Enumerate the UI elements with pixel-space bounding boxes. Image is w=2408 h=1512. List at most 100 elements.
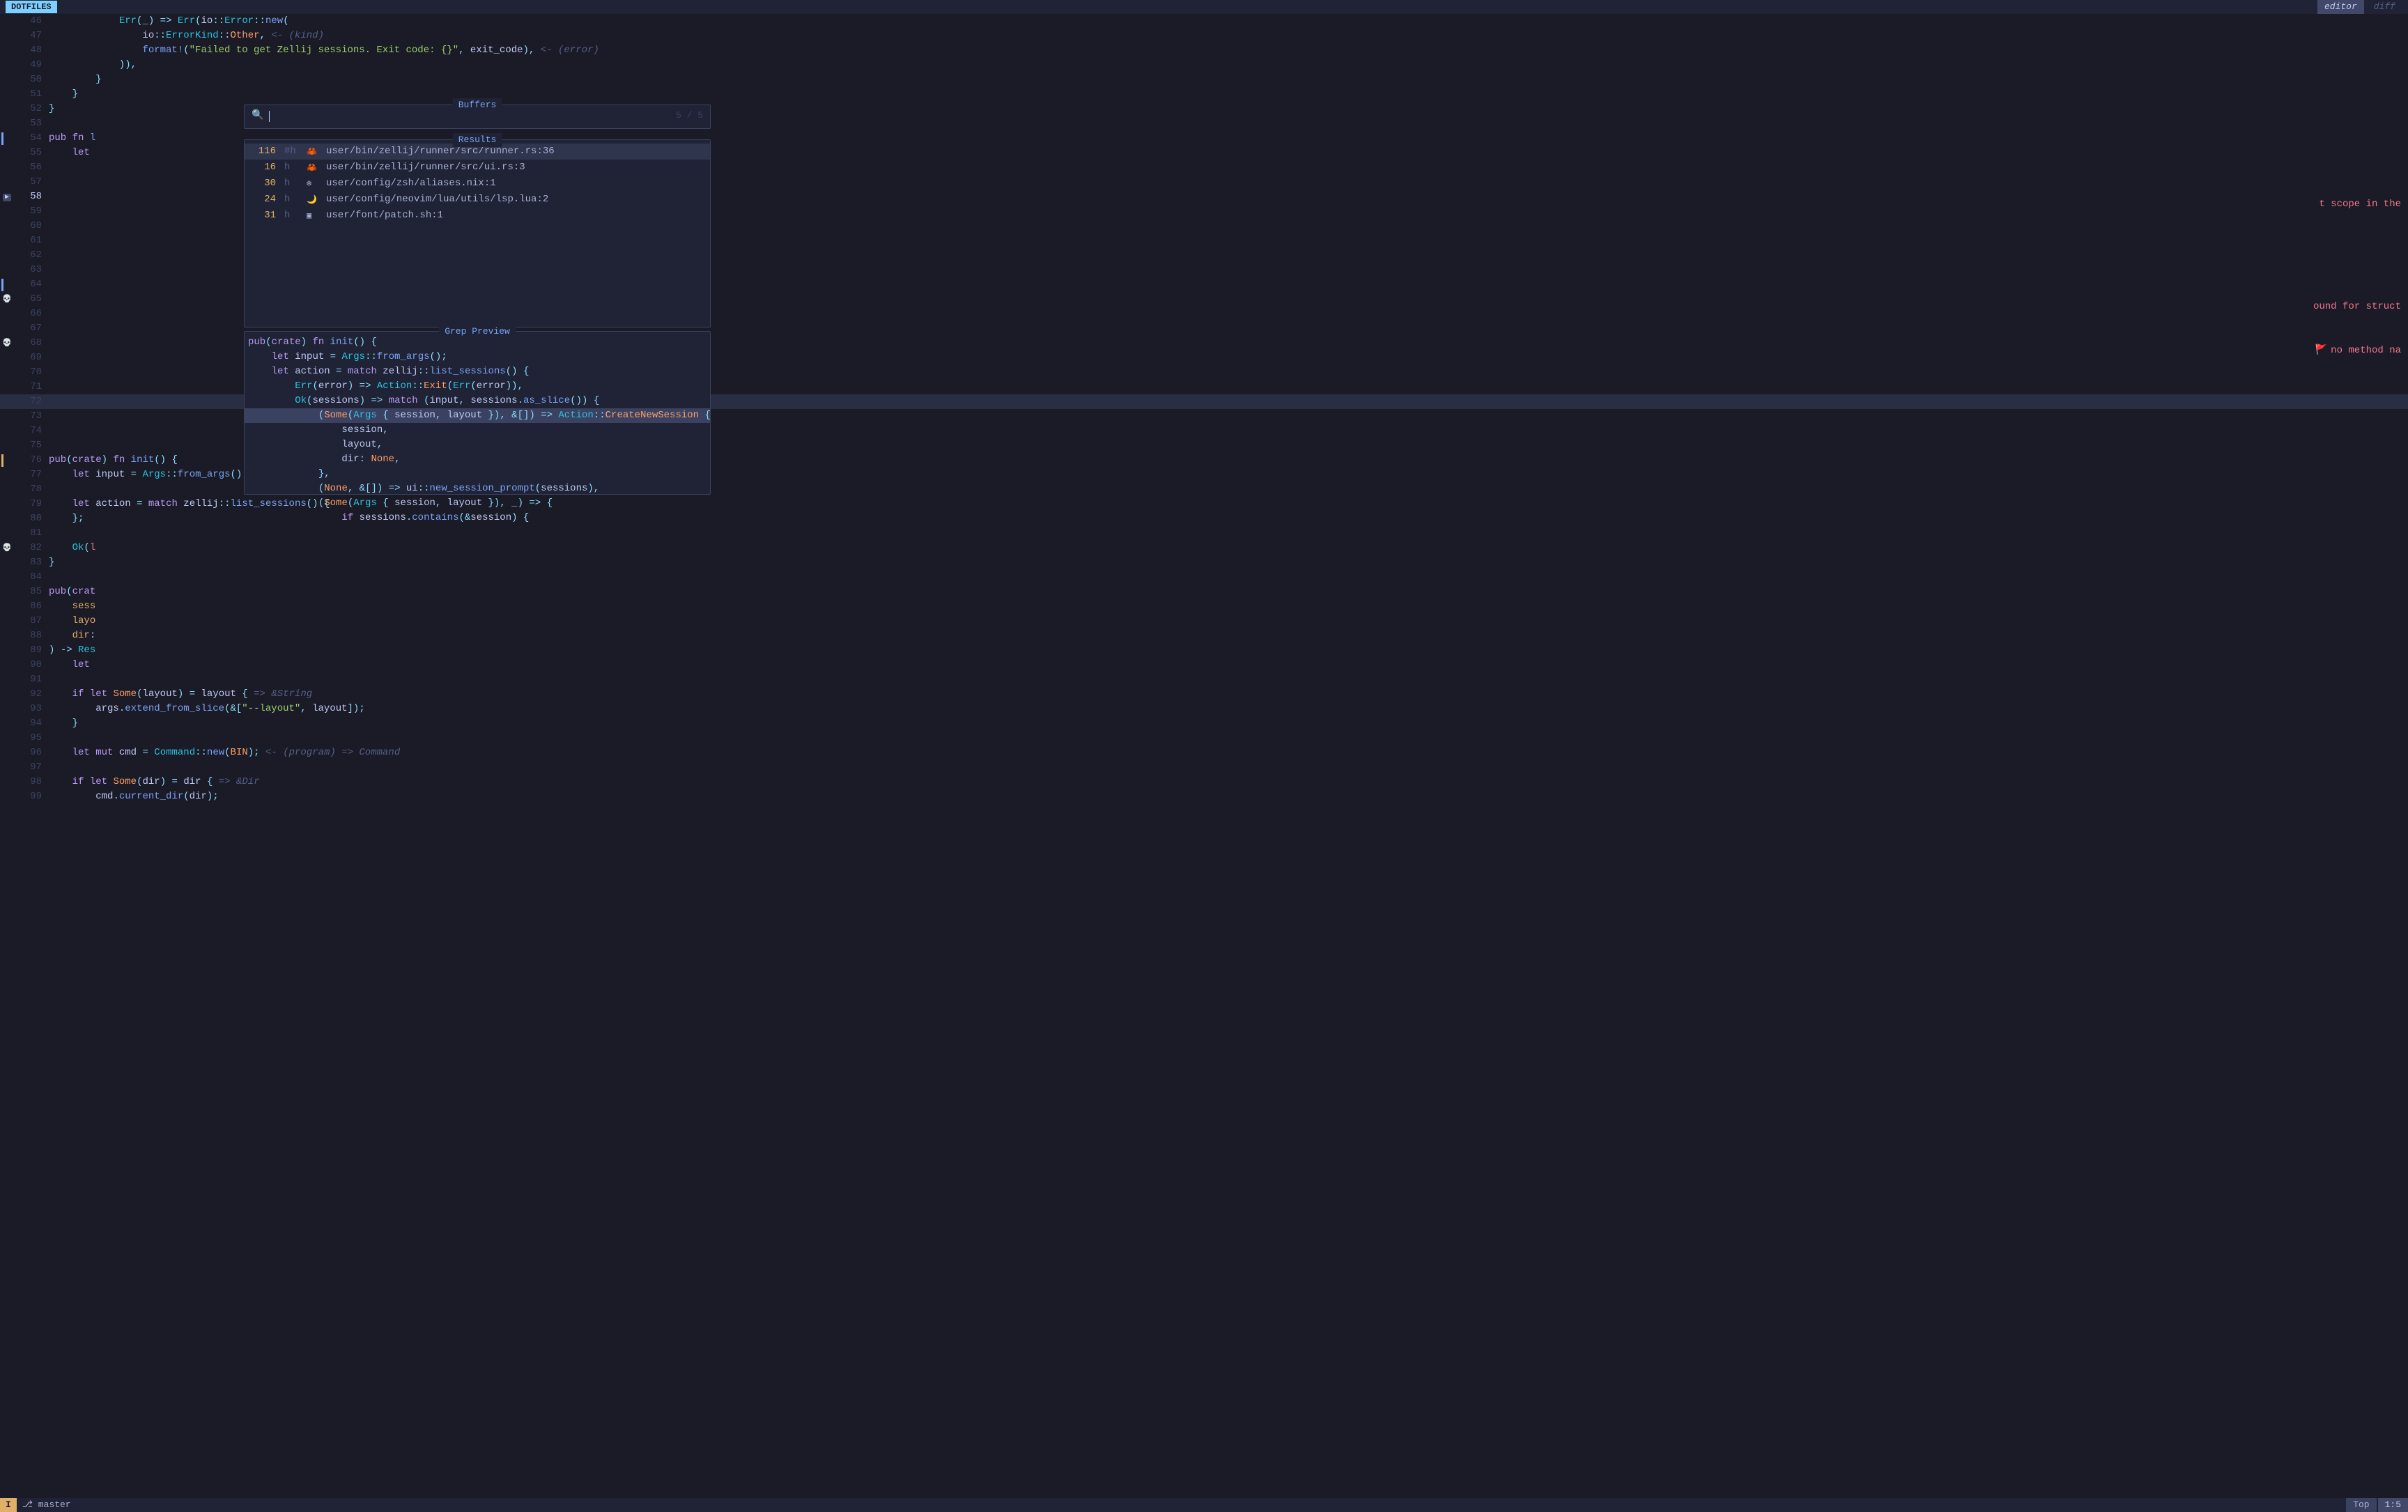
tab-editor[interactable]: editor [2317, 0, 2364, 14]
buffers-picker[interactable]: Buffers 🔍 5 / 5 [244, 105, 711, 129]
sign-column: 💀 [0, 292, 14, 307]
result-indicator: #h [284, 144, 298, 159]
code-line[interactable]: 84 [0, 570, 2408, 585]
mode-indicator: I [0, 1498, 17, 1512]
code-line[interactable]: 50 } [0, 72, 2408, 87]
error-icon: 💀 [2, 339, 12, 348]
line-number: 95 [14, 731, 49, 746]
result-indicator: h [284, 176, 298, 191]
code-line[interactable]: 98 if let Some(dir) = dir { => &Dir [0, 775, 2408, 789]
code-line[interactable]: 46 Err(_) => Err(io::Error::new( [0, 14, 2408, 29]
code-content[interactable]: Ok(l [49, 541, 2408, 555]
line-number: 77 [14, 468, 49, 482]
line-number: 86 [14, 599, 49, 614]
preview-line: session, [245, 423, 710, 438]
code-line[interactable]: 87 layo [0, 614, 2408, 628]
code-content[interactable]: ) -> Res [49, 643, 2408, 658]
result-indicator: h [284, 160, 298, 175]
line-number: 99 [14, 789, 49, 804]
result-item[interactable]: 30h❄user/config/zsh/aliases.nix:1 [245, 176, 710, 192]
filetype-icon: 🌙 [307, 194, 318, 206]
line-number: 51 [14, 87, 49, 102]
line-number: 67 [14, 321, 49, 336]
code-line[interactable]: 93 args.extend_from_slice(&["--layout", … [0, 702, 2408, 716]
code-content[interactable]: )), [49, 58, 2408, 72]
line-number: 84 [14, 570, 49, 585]
code-line[interactable]: 83} [0, 555, 2408, 570]
code-content[interactable]: format!("Failed to get Zellij sessions. … [49, 43, 2408, 58]
line-number: 53 [14, 116, 49, 131]
code-line[interactable]: 47 io::ErrorKind::Other, <- (kind) [0, 29, 2408, 43]
code-line[interactable]: 99 cmd.current_dir(dir); [0, 789, 2408, 804]
code-content[interactable]: } [49, 716, 2408, 731]
code-content[interactable]: } [49, 87, 2408, 102]
code-content[interactable]: } [49, 555, 2408, 570]
code-content[interactable]: cmd.current_dir(dir); [49, 789, 2408, 804]
code-line[interactable]: 95 [0, 731, 2408, 746]
line-number: 97 [14, 760, 49, 775]
tab-diff[interactable]: diff [2367, 0, 2402, 14]
line-number: 47 [14, 29, 49, 43]
code-line[interactable]: 92 if let Some(layout) = layout { => &St… [0, 687, 2408, 702]
code-line[interactable]: 90 let [0, 658, 2408, 672]
line-number: 76 [14, 453, 49, 468]
grep-title: Grep Preview [439, 325, 516, 339]
scroll-position: Top [2346, 1498, 2376, 1512]
editor-main: 46 Err(_) => Err(io::Error::new(47 io::E… [0, 14, 2408, 1498]
code-line[interactable]: 91 [0, 672, 2408, 687]
filetype-icon: ▣ [307, 210, 318, 222]
result-path: user/config/neovim/lua/utils/lsp.lua:2 [326, 192, 548, 207]
result-item[interactable]: 16h🦀user/bin/zellij/runner/src/ui.rs:3 [245, 160, 710, 176]
line-number: 66 [14, 307, 49, 321]
diagnostic-text: t scope in the [2319, 197, 2401, 212]
code-line[interactable]: 85pub(crat [0, 585, 2408, 599]
line-number: 91 [14, 672, 49, 687]
code-line[interactable]: 48 format!("Failed to get Zellij session… [0, 43, 2408, 58]
search-icon: 🔍 [252, 109, 263, 123]
code-content[interactable]: sess [49, 599, 2408, 614]
line-number: 65 [14, 292, 49, 307]
line-number: 54 [14, 131, 49, 146]
code-line[interactable]: 96 let mut cmd = Command::new(BIN); <- (… [0, 746, 2408, 760]
code-content[interactable]: let mut cmd = Command::new(BIN); <- (pro… [49, 746, 2408, 760]
code-content[interactable]: let [49, 658, 2408, 672]
result-item[interactable]: 24h🌙user/config/neovim/lua/utils/lsp.lua… [245, 192, 710, 208]
code-line[interactable]: 49 )), [0, 58, 2408, 72]
code-line[interactable]: 97 [0, 760, 2408, 775]
code-content[interactable]: pub(crat [49, 585, 2408, 599]
git-branch: master [38, 1498, 71, 1512]
code-content[interactable]: io::ErrorKind::Other, <- (kind) [49, 29, 2408, 43]
code-line[interactable]: 89) -> Res [0, 643, 2408, 658]
sign-column: ▶ [0, 190, 14, 204]
code-line[interactable]: 94 } [0, 716, 2408, 731]
result-item[interactable]: 31h▣user/font/patch.sh:1 [245, 208, 710, 224]
code-line[interactable]: 88 dir: [0, 628, 2408, 643]
code-content[interactable]: layo [49, 614, 2408, 628]
code-content[interactable]: } [49, 72, 2408, 87]
preview-line: Ok(sessions) => match (input, sessions.a… [245, 394, 710, 408]
code-content[interactable]: args.extend_from_slice(&["--layout", lay… [49, 702, 2408, 716]
cursor-position: 1:5 [2378, 1498, 2408, 1512]
code-content[interactable]: if let Some(layout) = layout { => &Strin… [49, 687, 2408, 702]
line-number: 60 [14, 219, 49, 233]
code-line[interactable]: 81 [0, 526, 2408, 541]
line-number: 63 [14, 263, 49, 277]
line-number: 61 [14, 233, 49, 248]
preview-line: Err(error) => Action::Exit(Err(error)), [245, 379, 710, 394]
result-path: user/config/zsh/aliases.nix:1 [326, 176, 496, 191]
line-number: 73 [14, 409, 49, 424]
line-number: 70 [14, 365, 49, 380]
filetype-icon: ❄ [307, 178, 318, 190]
code-content[interactable]: Err(_) => Err(io::Error::new( [49, 14, 2408, 29]
result-indicator: h [284, 192, 298, 207]
line-number: 69 [14, 350, 49, 365]
code-line[interactable]: 💀82 Ok(l [0, 541, 2408, 555]
git-sign [1, 132, 3, 145]
code-line[interactable]: 86 sess [0, 599, 2408, 614]
code-line[interactable]: 51 } [0, 87, 2408, 102]
filetype-icon: 🦀 [307, 146, 318, 158]
line-number: 72 [14, 394, 49, 409]
line-number: 96 [14, 746, 49, 760]
code-content[interactable]: dir: [49, 628, 2408, 643]
code-content[interactable]: if let Some(dir) = dir { => &Dir [49, 775, 2408, 789]
